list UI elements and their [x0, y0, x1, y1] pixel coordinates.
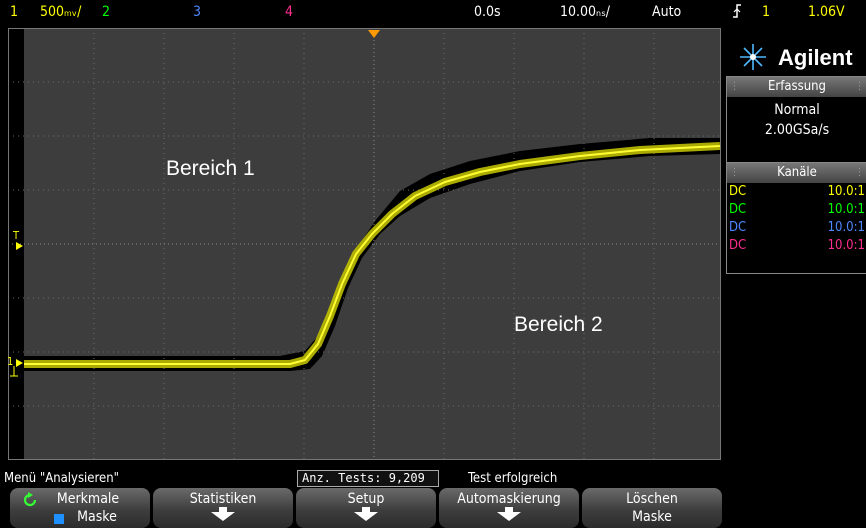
- trigger-level: 1.06V: [808, 4, 845, 20]
- agilent-spark-icon: [740, 44, 766, 70]
- coupling: DC: [729, 220, 747, 235]
- grip-icon: ⋮: [855, 81, 864, 92]
- coupling: DC: [729, 202, 747, 217]
- ch2-label: 2: [102, 4, 111, 20]
- channels-panel[interactable]: ⋮ Kanäle ⋮ DC 10.0:1 DC 10.0:1 DC 10.0:1…: [726, 162, 866, 274]
- coupling: DC: [729, 184, 747, 199]
- ch1-ground-label: 1: [7, 355, 14, 368]
- acquisition-mode: Normal: [774, 102, 820, 118]
- agilent-logo: Agilent: [722, 32, 866, 82]
- submenu-arrow-icon: [211, 512, 235, 521]
- status-bar: 1 500ₘᵥ/ 2 3 4 0.0s 10.00ₙₛ/ Auto 1 1.06…: [0, 0, 866, 26]
- maske-label: Maske: [632, 509, 672, 525]
- automaskierung-softkey[interactable]: Automaskierung: [439, 488, 579, 528]
- softkey-bar: Merkmale Maske Statistiken Setup Automas…: [0, 488, 866, 528]
- statistiken-label: Statistiken: [189, 491, 257, 507]
- merkmale-softkey[interactable]: Merkmale Maske: [10, 488, 150, 528]
- loeschen-maske-softkey[interactable]: Löschen Maske: [582, 488, 722, 528]
- trigger-level-label: T: [13, 229, 20, 242]
- acquisition-panel[interactable]: ⋮ Erfassung ⋮ Normal 2.00GSa/s: [726, 76, 866, 164]
- region-1-label: Bereich 1: [166, 157, 255, 180]
- submenu-arrow-icon: [354, 512, 378, 521]
- acquisition-title: Erfassung: [768, 79, 826, 94]
- waveform-display[interactable]: T 1 Bereich 1 Bereich 2: [0, 26, 722, 468]
- time-scale: 10.00ₙₛ/: [560, 4, 611, 20]
- channel-row-4: DC 10.0:1: [727, 237, 866, 255]
- ch4-label: 4: [285, 4, 294, 20]
- setup-softkey[interactable]: Setup: [296, 488, 436, 528]
- trigger-source: 1: [762, 4, 771, 20]
- graticule: [0, 26, 722, 468]
- region-2-label: Bereich 2: [514, 313, 603, 336]
- channel-row-2: DC 10.0:1: [727, 201, 866, 219]
- channel-row-3: DC 10.0:1: [727, 219, 866, 237]
- brand-name: Agilent: [778, 45, 853, 70]
- channel-row-1: DC 10.0:1: [727, 183, 866, 201]
- submenu-arrow-icon: [497, 512, 521, 521]
- maske-option: Maske: [77, 509, 117, 525]
- grip-icon: ⋮: [730, 167, 739, 178]
- time-delay: 0.0s: [474, 4, 501, 20]
- menu-title: Menü "Analysieren": [4, 471, 120, 486]
- channels-title: Kanäle: [777, 165, 817, 180]
- test-count: Anz. Tests: 9,209: [302, 471, 425, 485]
- info-panel: Agilent ⋮ Erfassung ⋮ Normal 2.00GSa/s ⋮…: [722, 26, 866, 468]
- trigger-mode: Auto: [652, 4, 682, 20]
- grip-icon: ⋮: [855, 167, 864, 178]
- coupling: DC: [729, 238, 747, 253]
- grip-icon: ⋮: [730, 81, 739, 92]
- status-line: Menü "Analysieren" Anz. Tests: 9,209 Tes…: [0, 470, 866, 487]
- merkmale-label: Merkmale: [56, 491, 120, 507]
- probe-ratio: 10.0:1: [827, 202, 865, 217]
- statistiken-softkey[interactable]: Statistiken: [153, 488, 293, 528]
- ch1-label: 1: [10, 4, 19, 20]
- ch1-scale: 500ₘᵥ/: [40, 4, 82, 20]
- ch3-label: 3: [193, 4, 202, 20]
- test-result: Test erfolgreich: [468, 471, 558, 486]
- probe-ratio: 10.0:1: [827, 184, 865, 199]
- probe-ratio: 10.0:1: [827, 220, 865, 235]
- sample-rate: 2.00GSa/s: [764, 122, 830, 138]
- automaskierung-label: Automaskierung: [457, 491, 561, 507]
- setup-label: Setup: [347, 491, 385, 507]
- loeschen-label: Löschen: [626, 491, 678, 507]
- rising-edge-trigger-icon: [732, 3, 742, 23]
- probe-ratio: 10.0:1: [827, 238, 865, 253]
